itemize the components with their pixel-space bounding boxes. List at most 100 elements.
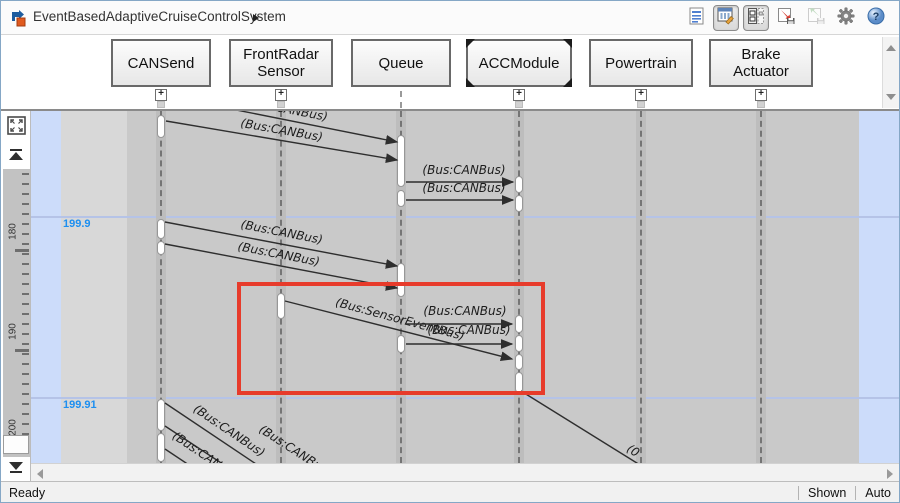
message-label: (Bus:CANBus)	[422, 181, 505, 195]
time-gridline-label: 199.9	[63, 218, 91, 230]
block-label: ACCModule	[478, 54, 560, 72]
help-icon: ?	[867, 7, 885, 30]
status-auto: Auto	[865, 485, 891, 500]
ruler-minor-tick	[22, 183, 29, 185]
ruler-major-tick	[15, 349, 29, 352]
ruler-minor-tick	[22, 413, 29, 415]
lifeline-stub	[637, 101, 645, 108]
selection-corner-icon	[466, 39, 475, 48]
lifeline-block-powertrain[interactable]: Powertrain	[589, 39, 693, 87]
ruler-minor-tick	[22, 233, 29, 235]
header-scrollbar[interactable]	[882, 37, 899, 108]
sequence-editor-icon	[717, 7, 735, 30]
ruler-minor-tick	[22, 353, 29, 355]
highlight-rectangle	[237, 282, 545, 395]
ruler-minor-tick	[22, 223, 29, 225]
breadcrumb-expand-icon[interactable]	[253, 14, 259, 22]
lifeline-stub	[400, 91, 402, 108]
export-sequence-icon	[777, 7, 796, 30]
ruler-major-tick	[15, 249, 29, 252]
expand-plus-button[interactable]: +	[275, 89, 287, 101]
message-label: (Bus:CANBus)	[422, 163, 505, 177]
ruler-minor-tick	[22, 383, 29, 385]
lifeline-block-frontradarsensor[interactable]: FrontRadar Sensor	[229, 39, 333, 87]
svg-text:?: ?	[873, 11, 880, 23]
ruler-minor-tick	[22, 293, 29, 295]
subsystem-model-icon	[11, 9, 29, 27]
block-label: Queue	[378, 54, 424, 72]
settings-gear-button[interactable]	[833, 5, 859, 31]
ruler-minor-tick	[22, 403, 29, 405]
time-gridline-label: 199.91	[63, 399, 97, 411]
settings-gear-icon	[837, 7, 855, 30]
lifeline-stub	[515, 101, 523, 108]
ruler-minor-tick	[22, 423, 29, 425]
selection-corner-icon	[563, 78, 572, 87]
lifeline-stub	[277, 101, 285, 108]
lifeline-block-cansend[interactable]: CANSend	[111, 39, 211, 87]
lifeline-block-queue[interactable]: Queue	[351, 39, 451, 87]
ruler-minor-tick	[22, 283, 29, 285]
title-bar: EventBasedAdaptiveCruiseControlSystem ?	[1, 1, 899, 35]
import-sequence-icon	[807, 7, 826, 30]
ruler-minor-tick	[22, 363, 29, 365]
show-blocks-icon	[747, 7, 765, 30]
selection-corner-icon	[563, 39, 572, 48]
ruler-track[interactable]: 180 190 200	[3, 169, 30, 457]
report-button[interactable]	[683, 5, 709, 31]
message-arrow[interactable]: (0	[520, 390, 669, 463]
export-sequence-button[interactable]	[773, 5, 799, 31]
ruler-minor-tick	[22, 323, 29, 325]
horizontal-scrollbar[interactable]	[31, 463, 899, 481]
help-button[interactable]: ?	[863, 5, 889, 31]
show-blocks-button[interactable]	[743, 5, 769, 31]
message-label: (Bus:CANBus)	[256, 422, 333, 463]
expand-plus-button[interactable]: +	[513, 89, 525, 101]
status-right-group: Shown Auto	[798, 485, 899, 500]
message-arrow[interactable]: (Bus:CANBus)	[165, 116, 399, 163]
time-ruler[interactable]: 180 190 200	[3, 111, 31, 481]
ruler-minor-tick	[22, 263, 29, 265]
ruler-minor-tick	[22, 393, 29, 395]
sequence-diagram-canvas[interactable]: 199.9 199.91 (Bus:CANBus) (Bus:CANBus) (Bus:…	[31, 111, 899, 463]
ruler-time-label: 180	[7, 223, 19, 240]
lifeline-block-accmodule[interactable]: ACCModule	[466, 39, 572, 87]
status-bar: Ready Shown Auto	[1, 481, 899, 502]
ruler-minor-tick	[22, 243, 29, 245]
message-arrow[interactable]: (Bus:CANBus)	[164, 239, 399, 291]
message-arrow[interactable]: (Bus:CANBus)	[406, 163, 515, 187]
ruler-minor-tick	[22, 173, 29, 175]
ruler-minor-tick	[22, 303, 29, 305]
expand-plus-button[interactable]: +	[155, 89, 167, 101]
block-label: FrontRadar Sensor	[243, 46, 319, 80]
scroll-down-button[interactable]	[9, 461, 23, 473]
sequence-editor-button[interactable]	[713, 5, 739, 31]
lifeline-stub	[157, 101, 165, 108]
ruler-minor-tick	[22, 253, 29, 255]
lifeline-stub	[757, 101, 765, 108]
ruler-minor-tick	[22, 203, 29, 205]
scroll-up-button[interactable]	[9, 149, 23, 161]
import-sequence-button	[803, 5, 829, 31]
status-text: Ready	[9, 485, 46, 500]
block-label: CANSend	[127, 54, 195, 72]
fit-to-view-button[interactable]	[7, 116, 26, 135]
page-title: EventBasedAdaptiveCruiseControlSystem	[33, 9, 286, 24]
ruler-minor-tick	[22, 343, 29, 345]
header-scroll-down-icon[interactable]	[886, 94, 896, 100]
header-scroll-up-icon[interactable]	[886, 45, 896, 51]
selection-corner-icon	[466, 78, 475, 87]
message-arrow[interactable]: (Bus:CANBus)	[406, 181, 515, 205]
toolbar: ?	[683, 4, 889, 32]
scroll-right-icon[interactable]	[887, 469, 893, 479]
block-label: Powertrain	[605, 54, 677, 72]
scroll-left-icon[interactable]	[37, 469, 43, 479]
expand-plus-button[interactable]: +	[755, 89, 767, 101]
ruler-viewport-thumb[interactable]	[3, 435, 29, 454]
ruler-minor-tick	[22, 313, 29, 315]
sequence-viewer-window: EventBasedAdaptiveCruiseControlSystem ? …	[0, 0, 900, 503]
expand-plus-button[interactable]: +	[635, 89, 647, 101]
ruler-minor-tick	[22, 193, 29, 195]
block-label: Brake Actuator	[733, 46, 789, 80]
lifeline-block-brakeactuator[interactable]: Brake Actuator	[709, 39, 813, 87]
